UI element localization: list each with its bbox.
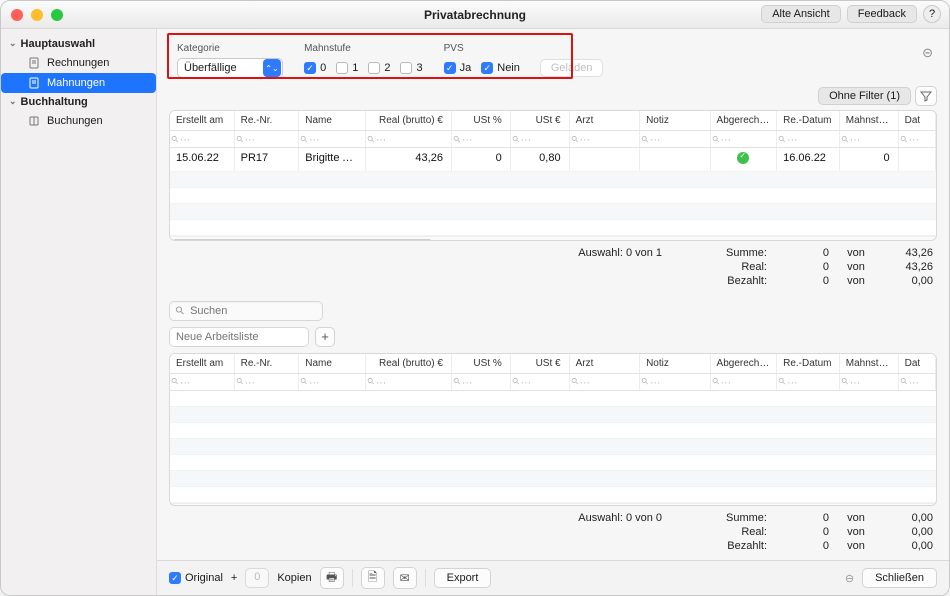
col-renr[interactable]: Re.-Nr. <box>235 111 300 130</box>
feedback-button[interactable]: Feedback <box>847 5 917 23</box>
sidebar-item-rechnungen[interactable]: Rechnungen <box>1 53 156 73</box>
sidebar-group-buchhaltung[interactable]: Buchhaltung <box>1 93 156 111</box>
check-badge-icon <box>737 152 749 164</box>
geladen-button[interactable]: Geladen <box>540 59 604 77</box>
col-abg[interactable]: Abgerechnet <box>711 111 778 130</box>
col-mahn[interactable]: Mahnstufe <box>840 111 899 130</box>
col-real[interactable]: Real (brutto) € <box>366 111 452 130</box>
table-row[interactable]: 15.06.22 PR17 Brigitte Alt… 43,26 0 0,80… <box>170 148 936 172</box>
mail-button[interactable]: ✉ <box>393 567 417 589</box>
kategorie-select[interactable]: Überfällige ⌃⌄ <box>177 58 283 78</box>
col-dat[interactable]: Dat <box>899 111 936 130</box>
mahnstufe-label: Mahnstufe <box>304 43 423 54</box>
sidebar-item-mahnungen[interactable]: Mahnungen <box>1 73 156 93</box>
kategorie-label: Kategorie <box>177 43 283 54</box>
table-filter-row <box>170 131 936 148</box>
worklist-input[interactable] <box>169 327 309 347</box>
table-header: Erstellt am Re.-Nr. Name Real (brutto) €… <box>170 111 936 131</box>
close-window-button[interactable] <box>11 9 23 21</box>
add-worklist-button[interactable]: + <box>315 327 335 347</box>
table-row <box>170 188 936 204</box>
doc-icon <box>27 56 41 70</box>
window: Privatabrechnung Alte Ansicht Feedback ?… <box>0 0 950 596</box>
doc-icon <box>27 76 41 90</box>
sidebar-item-buchungen[interactable]: Buchungen <box>1 111 156 131</box>
help-button[interactable]: ? <box>923 5 941 23</box>
zoom-window-button[interactable] <box>51 9 63 21</box>
ohne-filter-button[interactable]: Ohne Filter (1) <box>818 87 911 105</box>
filter-real[interactable] <box>375 132 452 146</box>
kopien-label: Kopien <box>277 572 311 584</box>
mahnstufe-2-checkbox[interactable]: 2 <box>368 62 390 74</box>
book-icon <box>27 114 41 128</box>
col-name[interactable]: Name <box>299 111 366 130</box>
table-filter-strip: Ohne Filter (1) <box>157 86 949 110</box>
chevron-down-icon <box>9 38 17 50</box>
lower-table: Erstellt am Re.-Nr. Name Real (brutto) €… <box>169 353 937 506</box>
search-icon: ⚲ <box>173 303 188 318</box>
selection-count: Auswahl: 0 von 1 <box>578 247 662 259</box>
settings-icon[interactable]: ⊝ <box>922 45 933 61</box>
minimise-window-button[interactable] <box>31 9 43 21</box>
sidebar-item-label: Rechnungen <box>47 57 109 69</box>
main: Kategorie Überfällige ⌃⌄ Mahnstufe ✓0 1 … <box>157 29 949 595</box>
summary-lower: Auswahl: 0 von 0 Summe:0von0,00 Real:0vo… <box>157 506 949 560</box>
mahnstufe-1-checkbox[interactable]: 1 <box>336 62 358 74</box>
mahnstufe-0-checkbox[interactable]: ✓0 <box>304 62 326 74</box>
funnel-icon <box>920 90 932 102</box>
selection-count: Auswahl: 0 von 0 <box>578 512 662 524</box>
search-box[interactable]: ⚲ <box>169 301 323 321</box>
table-body <box>170 391 936 503</box>
sidebar-group-hauptauswahl[interactable]: Hauptauswahl <box>1 35 156 53</box>
kopien-stepper[interactable]: 0 <box>245 568 269 588</box>
search-input[interactable] <box>190 305 316 317</box>
pvs-nein-checkbox[interactable]: ✓Nein <box>481 62 520 74</box>
close-button[interactable]: Schließen <box>862 568 937 588</box>
filter-bar: Kategorie Überfällige ⌃⌄ Mahnstufe ✓0 1 … <box>169 39 937 86</box>
old-view-button[interactable]: Alte Ansicht <box>761 5 840 23</box>
col-uste[interactable]: USt € <box>511 111 570 130</box>
mail-icon: ✉ <box>400 571 410 585</box>
minus-circle-icon[interactable]: ⊖ <box>845 572 854 585</box>
sidebar-item-label: Buchungen <box>47 115 103 127</box>
pvs-ja-checkbox[interactable]: ✓Ja <box>444 62 472 74</box>
chevron-down-icon <box>9 96 17 108</box>
table-row <box>170 204 936 220</box>
table-body: 15.06.22 PR17 Brigitte Alt… 43,26 0 0,80… <box>170 148 936 236</box>
bottom-bar: ✓Original + 0 Kopien 🖶 🗎 ✉ Export ⊖ Schl… <box>157 560 949 595</box>
col-ustp[interactable]: USt % <box>452 111 511 130</box>
filter2-real[interactable] <box>375 375 452 389</box>
sidebar: Hauptauswahl Rechnungen Mahnungen Buchha… <box>1 29 157 595</box>
summary-upper: Auswahl: 0 von 1 Summe:0von43,26 Real:0v… <box>157 241 949 295</box>
printer-icon: 🖶 <box>326 568 337 589</box>
save-icon: 🗎 <box>368 568 378 589</box>
upper-table: Erstellt am Re.-Nr. Name Real (brutto) €… <box>169 110 937 241</box>
export-button[interactable]: Export <box>434 568 492 588</box>
select-arrow-icon: ⌃⌄ <box>263 59 281 77</box>
col-arzt[interactable]: Arzt <box>570 111 640 130</box>
col-notiz[interactable]: Notiz <box>640 111 710 130</box>
sidebar-item-label: Mahnungen <box>47 77 105 89</box>
window-controls <box>11 9 63 21</box>
pvs-label: PVS <box>444 43 604 54</box>
titlebar: Privatabrechnung Alte Ansicht Feedback ? <box>1 1 949 29</box>
table-row <box>170 172 936 188</box>
original-checkbox[interactable]: ✓Original <box>169 572 223 584</box>
table-row <box>170 220 936 236</box>
save-doc-button[interactable]: 🗎 <box>361 567 385 589</box>
mahnstufe-3-checkbox[interactable]: 3 <box>400 62 422 74</box>
col-erstellt[interactable]: Erstellt am <box>170 111 235 130</box>
print-button[interactable]: 🖶 <box>320 567 344 589</box>
col-redat[interactable]: Re.-Datum <box>777 111 840 130</box>
filter-icon-button[interactable] <box>915 86 937 106</box>
